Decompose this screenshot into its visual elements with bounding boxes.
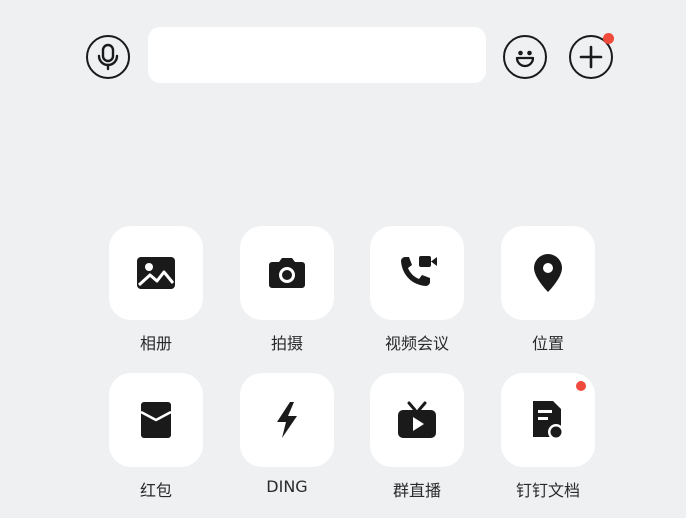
action-label: 拍摄 bbox=[270, 334, 303, 353]
photo-icon bbox=[137, 257, 175, 289]
action-tile[interactable] bbox=[370, 373, 464, 467]
notification-dot bbox=[603, 33, 614, 44]
plus-icon bbox=[579, 45, 603, 69]
action-tile[interactable] bbox=[240, 373, 334, 467]
more-button[interactable] bbox=[569, 33, 614, 79]
location-pin-icon bbox=[534, 254, 562, 292]
document-icon bbox=[533, 401, 564, 440]
action-tile[interactable] bbox=[109, 373, 203, 467]
action-camera[interactable]: 拍摄 bbox=[238, 226, 336, 356]
action-location[interactable]: 位置 bbox=[499, 226, 597, 356]
camera-icon bbox=[269, 258, 305, 288]
action-tile[interactable] bbox=[370, 226, 464, 320]
message-input[interactable] bbox=[148, 27, 486, 83]
action-video-meeting[interactable]: 视频会议 bbox=[368, 226, 466, 356]
action-label: 视频会议 bbox=[384, 334, 449, 353]
microphone-icon bbox=[97, 43, 119, 71]
action-dingtalk-docs[interactable]: 钉钉文档 bbox=[499, 373, 597, 503]
action-tile[interactable] bbox=[240, 226, 334, 320]
action-group-live[interactable]: 群直播 bbox=[368, 373, 466, 503]
tv-live-icon bbox=[398, 401, 436, 438]
action-label: 红包 bbox=[139, 481, 172, 500]
voice-button[interactable] bbox=[86, 35, 130, 79]
notification-dot bbox=[576, 381, 586, 391]
lightning-icon bbox=[277, 402, 297, 438]
action-label: 位置 bbox=[531, 334, 564, 353]
smiley-icon bbox=[515, 50, 535, 68]
action-tile[interactable] bbox=[501, 373, 595, 467]
video-call-icon bbox=[401, 256, 437, 286]
emoji-button[interactable] bbox=[503, 35, 547, 79]
action-label: 相册 bbox=[139, 334, 172, 353]
action-label: DING bbox=[266, 477, 308, 496]
red-envelope-icon bbox=[140, 402, 172, 438]
action-label: 群直播 bbox=[392, 481, 441, 500]
action-red-envelope[interactable]: 红包 bbox=[107, 373, 205, 503]
input-bar bbox=[0, 0, 686, 110]
action-album[interactable]: 相册 bbox=[107, 226, 205, 356]
action-label: 钉钉文档 bbox=[515, 481, 580, 500]
chat-input-panel: 相册 拍摄 视频会议 位置 红包 DING 群直播 钉钉文档 bbox=[0, 0, 686, 518]
action-ding[interactable]: DING bbox=[238, 373, 336, 503]
action-tile[interactable] bbox=[501, 226, 595, 320]
action-tile[interactable] bbox=[109, 226, 203, 320]
